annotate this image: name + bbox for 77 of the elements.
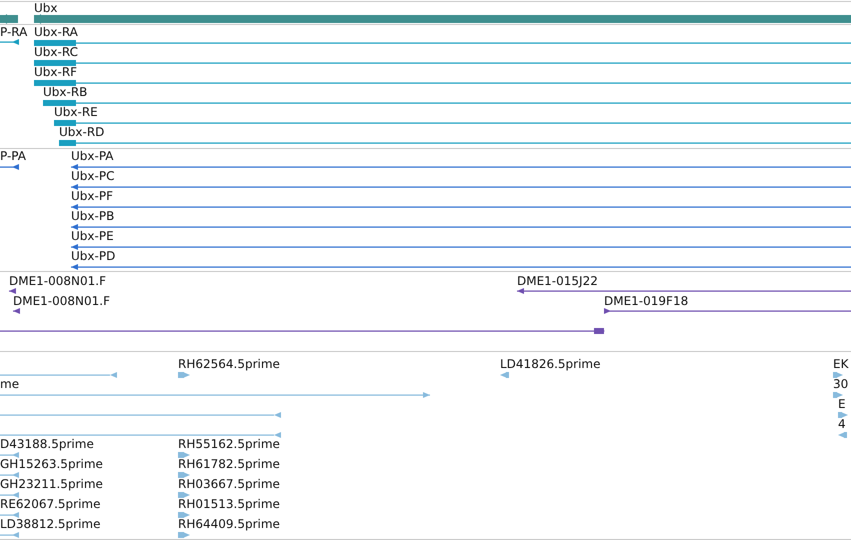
feature-label: RE62067.5prime [0, 497, 100, 511]
est-glyph[interactable] [0, 452, 19, 458]
protein-glyph[interactable] [71, 244, 851, 250]
feature-label: Ubx-RB [43, 85, 88, 99]
est-glyph[interactable] [838, 432, 847, 438]
feature-label: P-RA [0, 25, 28, 39]
est-glyph[interactable] [178, 372, 190, 378]
est-glyph[interactable] [0, 392, 430, 398]
est-glyph[interactable] [0, 412, 281, 418]
feature-label: LD41826.5prime [500, 357, 601, 371]
protein-glyph[interactable] [71, 184, 851, 190]
clone-glyph[interactable] [0, 328, 605, 334]
protein-glyph[interactable] [71, 204, 851, 210]
feature-label: 4 [838, 417, 846, 431]
feature-label: RH64409.5prime [178, 517, 280, 531]
gene-bar[interactable] [0, 14, 18, 24]
transcript-glyph[interactable] [59, 140, 851, 146]
est-glyph[interactable] [0, 512, 19, 518]
feature-label: Ubx-PC [71, 169, 114, 183]
est-glyph[interactable] [178, 472, 190, 478]
est-glyph[interactable] [178, 452, 190, 458]
transcript-glyph[interactable] [0, 39, 19, 45]
transcript-glyph[interactable] [34, 40, 851, 46]
feature-label: RH55162.5prime [178, 437, 280, 451]
est-glyph[interactable] [0, 372, 117, 378]
feature-label: Ubx [34, 1, 58, 15]
feature-label: Ubx-PF [71, 189, 113, 203]
est-glyph[interactable] [0, 532, 19, 538]
transcript-glyph[interactable] [43, 100, 851, 106]
transcript-glyph[interactable] [34, 80, 851, 86]
est-glyph[interactable] [833, 372, 843, 378]
est-glyph[interactable] [833, 392, 843, 398]
est-glyph[interactable] [0, 432, 281, 438]
clone-glyph[interactable] [604, 308, 851, 314]
feature-label: Ubx-RF [34, 65, 78, 79]
feature-label: me [0, 377, 20, 391]
feature-label: RH01513.5prime [178, 497, 280, 511]
est-glyph[interactable] [178, 492, 190, 498]
feature-label: DME1-008N01.F [13, 294, 110, 308]
feature-label: GH23211.5prime [0, 477, 103, 491]
feature-label: Ubx-PD [71, 249, 116, 263]
est-glyph[interactable] [0, 492, 19, 498]
feature-label: D43188.5prime [0, 437, 94, 451]
feature-label: LD38812.5prime [0, 517, 101, 531]
clone-glyph[interactable] [9, 288, 16, 294]
protein-glyph[interactable] [71, 164, 851, 170]
transcript-glyph[interactable] [34, 60, 851, 66]
transcript-glyph[interactable] [54, 120, 851, 126]
feature-label: Ubx-PA [71, 149, 114, 163]
feature-label: DME1-015J22 [517, 274, 598, 288]
feature-label: Ubx-RE [54, 105, 98, 119]
feature-label: Ubx-PE [71, 229, 114, 243]
feature-label: RH61782.5prime [178, 457, 280, 471]
est-glyph[interactable] [838, 412, 848, 418]
feature-label: 30 [833, 377, 848, 391]
feature-label: Ubx-RC [34, 45, 78, 59]
feature-label: EK [833, 357, 848, 371]
est-glyph[interactable] [178, 532, 190, 538]
feature-label: DME1-019F18 [604, 294, 688, 308]
feature-label: Ubx-RA [34, 25, 78, 39]
feature-label: GH15263.5prime [0, 457, 103, 471]
protein-glyph[interactable] [71, 224, 851, 230]
feature-label: DME1-008N01.F [9, 274, 106, 288]
feature-label: Ubx-RD [59, 125, 104, 139]
feature-label: Ubx-PB [71, 209, 114, 223]
feature-label: P-PA [0, 149, 26, 163]
protein-glyph[interactable] [71, 264, 851, 270]
est-glyph[interactable] [0, 472, 19, 478]
clone-glyph[interactable] [13, 308, 20, 314]
protein-glyph[interactable] [0, 164, 19, 170]
gene-bar[interactable] [34, 14, 851, 24]
feature-label: RH03667.5prime [178, 477, 280, 491]
est-glyph[interactable] [178, 512, 190, 518]
clone-glyph[interactable] [517, 288, 851, 294]
feature-label: RH62564.5prime [178, 357, 280, 371]
est-glyph[interactable] [500, 372, 509, 378]
feature-label: E [838, 397, 846, 411]
